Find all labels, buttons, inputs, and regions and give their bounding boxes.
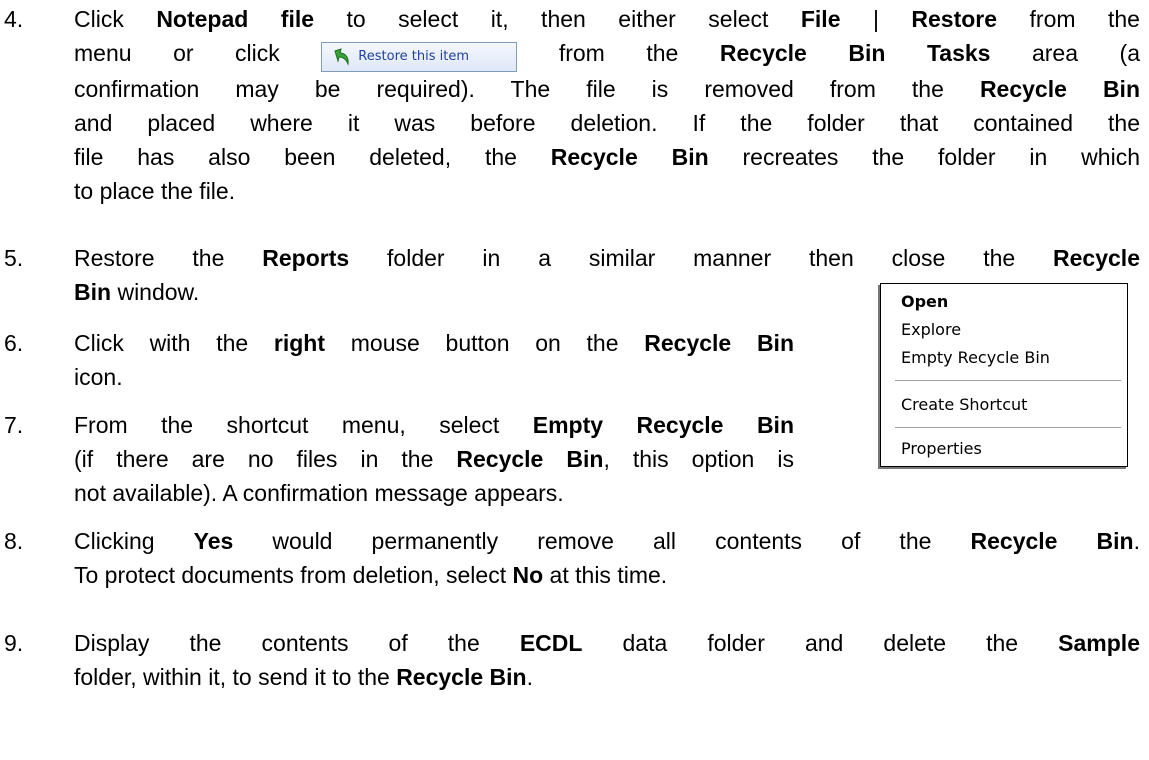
text-segment: file has also been deleted, the <box>74 144 551 170</box>
bold-term: Empty Recycle Bin <box>532 412 794 438</box>
context-menu-separator <box>895 380 1121 381</box>
text-segment: to place the file. <box>74 178 236 204</box>
text-line: folder, within it, to send it to the Rec… <box>74 660 1140 694</box>
bold-term: Recycle Bin <box>970 528 1134 554</box>
context-menu-item-explore[interactable]: Explore <box>901 320 961 339</box>
step-number: 7. <box>4 412 24 438</box>
step-text: Click Notepad file to select it, then ei… <box>74 2 1140 208</box>
bold-term: Recycle Bin <box>979 76 1140 102</box>
bold-term: Notepad file <box>156 6 315 32</box>
text-segment: folder, within it, to send it to the <box>74 664 397 690</box>
bold-term: File <box>800 6 841 32</box>
step-text: Clicking Yes would permanently remove al… <box>74 524 1140 592</box>
text-line: icon. <box>74 360 794 394</box>
bold-term: Restore <box>911 6 998 32</box>
text-segment: from the <box>997 6 1140 32</box>
text-segment: | <box>840 6 912 32</box>
step-number: 6. <box>4 330 24 356</box>
context-menu-item-open[interactable]: Open <box>901 292 948 311</box>
text-segment: menu or click <box>74 40 322 66</box>
bold-term: Recycle Bin <box>644 330 794 356</box>
text-segment: . <box>1133 528 1140 554</box>
bold-term: No <box>512 562 544 588</box>
text-line: file has also been deleted, the Recycle … <box>74 140 1140 174</box>
text-segment: From the shortcut menu, select <box>74 412 533 438</box>
text-line: Clicking Yes would permanently remove al… <box>74 524 1140 558</box>
text-segment: Display the contents of the <box>74 630 520 656</box>
step-number: 9. <box>4 630 24 656</box>
restore-button-label: Restore this item <box>358 49 469 64</box>
text-segment: Click with the <box>74 330 274 356</box>
step-number: 8. <box>4 528 24 554</box>
text-segment: Clicking <box>74 528 194 554</box>
text-segment: Click <box>74 6 157 32</box>
text-segment: recreates the folder in which <box>708 144 1140 170</box>
step-number: 4. <box>4 6 24 32</box>
text-segment: to select it, then either select <box>314 6 801 32</box>
bold-term: Recycle Bin <box>396 664 527 690</box>
text-segment: would permanently remove all contents of… <box>233 528 971 554</box>
text-segment: from the <box>517 40 720 66</box>
text-segment: (if there are no files in the <box>74 446 457 472</box>
context-menu: Open Explore Empty Recycle Bin Create Sh… <box>880 283 1128 467</box>
text-line: confirmation may be required). The file … <box>74 72 1140 106</box>
text-segment: data folder and delete the <box>582 630 1059 656</box>
bold-term: right <box>273 330 326 356</box>
context-menu-item-properties[interactable]: Properties <box>901 439 982 458</box>
text-segment: area (a <box>990 40 1140 66</box>
bold-term: Bin <box>74 279 112 305</box>
bold-term: Recycle Bin <box>456 446 604 472</box>
text-line: Click Notepad file to select it, then ei… <box>74 2 1140 36</box>
text-segment: Restore the <box>74 245 263 271</box>
text-line: From the shortcut menu, select Empty Rec… <box>74 408 794 442</box>
text-segment: . <box>526 664 533 690</box>
restore-this-item-button[interactable]: Restore this item <box>321 42 518 72</box>
bold-term: Recycle <box>1053 245 1140 271</box>
text-segment: not available). A confirmation message a… <box>74 480 564 506</box>
step-text: Click with the right mouse button on the… <box>74 326 794 394</box>
step-number: 5. <box>4 245 24 271</box>
text-segment: confirmation may be required). The file … <box>74 76 980 102</box>
text-line: To protect documents from deletion, sele… <box>74 558 1140 592</box>
bold-term: Recycle Bin <box>550 144 709 170</box>
text-segment: folder in a similar manner then close th… <box>349 245 1054 271</box>
text-segment: window. <box>111 279 200 305</box>
bold-term: Yes <box>193 528 234 554</box>
text-line: to place the file. <box>74 174 1140 208</box>
text-line: (if there are no files in the Recycle Bi… <box>74 442 794 476</box>
bold-term: Sample <box>1058 630 1140 656</box>
step-text: From the shortcut menu, select Empty Rec… <box>74 408 794 510</box>
text-segment: mouse button on the <box>325 330 645 356</box>
text-segment: at this time. <box>543 562 668 588</box>
bold-term: Recycle Bin Tasks <box>719 40 991 66</box>
text-segment: and placed where it was before deletion.… <box>74 110 1140 136</box>
text-line: Click with the right mouse button on the… <box>74 326 794 360</box>
text-segment: , this option is <box>603 446 794 472</box>
text-line: not available). A confirmation message a… <box>74 476 794 510</box>
text-line: and placed where it was before deletion.… <box>74 106 1140 140</box>
context-menu-item-create-shortcut[interactable]: Create Shortcut <box>901 395 1027 414</box>
text-segment: icon. <box>74 364 123 390</box>
text-line: menu or click Restore this item from the… <box>74 36 1140 72</box>
text-segment: To protect documents from deletion, sele… <box>74 562 513 588</box>
restore-arrow-icon <box>332 47 352 67</box>
context-menu-separator <box>895 427 1121 428</box>
context-menu-item-empty-recycle-bin[interactable]: Empty Recycle Bin <box>901 348 1050 367</box>
bold-term: Reports <box>262 245 350 271</box>
text-line: Display the contents of the ECDL data fo… <box>74 626 1140 660</box>
step-text: Display the contents of the ECDL data fo… <box>74 626 1140 694</box>
text-line: Restore the Reports folder in a similar … <box>74 241 1140 275</box>
bold-term: ECDL <box>519 630 583 656</box>
